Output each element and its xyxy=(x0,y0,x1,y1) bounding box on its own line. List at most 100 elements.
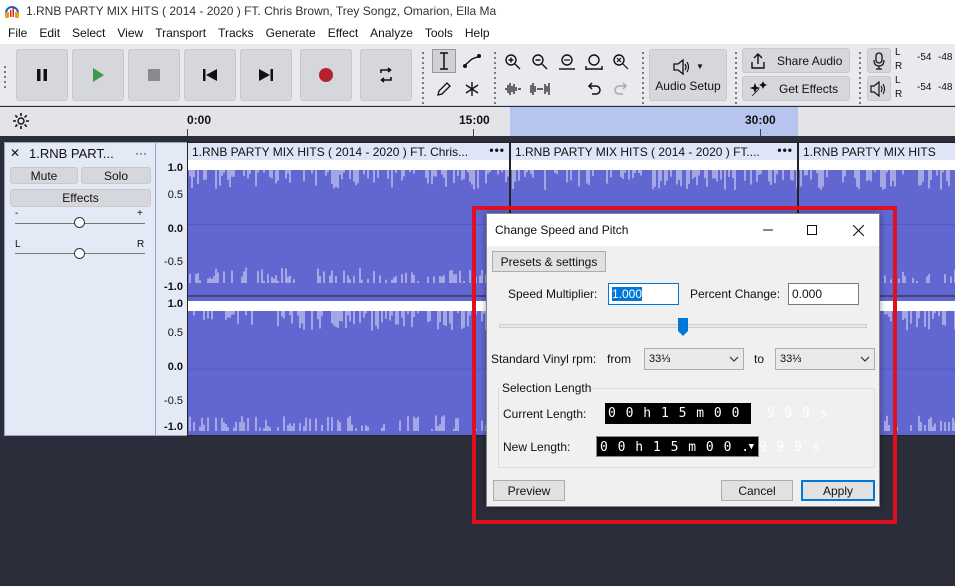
play-button[interactable] xyxy=(72,49,124,101)
menu-tools[interactable]: Tools xyxy=(419,22,459,44)
redo-button[interactable] xyxy=(609,77,633,101)
tools-toolbar-grip[interactable] xyxy=(420,52,426,104)
current-length-display: 0 0 h 1 5 m 0 0 . 9 9 9 s xyxy=(605,403,828,424)
menu-tracks[interactable]: Tracks xyxy=(212,22,260,44)
loop-button[interactable] xyxy=(360,49,412,101)
pause-button[interactable] xyxy=(16,49,68,101)
clip-title-bar[interactable]: 1.RNB PARTY MIX HITS ( 2014 - 2020 ) FT.… xyxy=(188,143,509,160)
audio-setup-toolbar-grip[interactable] xyxy=(640,52,646,104)
record-button[interactable] xyxy=(300,49,352,101)
edit-toolbar-grip[interactable] xyxy=(492,52,498,104)
pan-slider-thumb[interactable] xyxy=(74,248,85,259)
timeline-ruler[interactable]: 0:00 15:00 30:00 xyxy=(0,107,955,136)
fit-selection-button[interactable] xyxy=(555,50,579,74)
menu-select[interactable]: Select xyxy=(66,22,111,44)
mute-button[interactable]: Mute xyxy=(10,167,78,184)
gain-plus-label: + xyxy=(137,208,143,219)
menu-file[interactable]: File xyxy=(2,22,33,44)
gain-minus-label: - xyxy=(15,208,19,219)
clip-menu-dots[interactable]: ••• xyxy=(777,143,793,157)
change-speed-pitch-dialog: Change Speed and Pitch Presets & setting… xyxy=(486,213,880,507)
record-meter-channel-r: R xyxy=(895,61,903,72)
from-label: from xyxy=(607,352,631,366)
envelope-tool[interactable] xyxy=(460,49,484,73)
speed-slider-thumb[interactable] xyxy=(677,317,689,337)
track-menu-dots[interactable]: ··· xyxy=(135,146,147,160)
gain-slider-thumb[interactable] xyxy=(74,217,85,228)
get-effects-icon xyxy=(749,80,767,96)
zoom-toggle-button[interactable] xyxy=(609,50,633,74)
menu-generate[interactable]: Generate xyxy=(260,22,322,44)
multi-tool[interactable] xyxy=(460,77,484,101)
share-audio-button[interactable]: Share Audio xyxy=(742,48,850,73)
play-icon xyxy=(93,68,104,82)
timeline-tick-15: 15:00 xyxy=(459,113,490,127)
record-meter-scale-48: -48 xyxy=(938,52,953,63)
close-button[interactable] xyxy=(835,214,881,246)
menu-view[interactable]: View xyxy=(111,22,149,44)
new-length-input[interactable]: 0 0 h 1 5 m 0 0 . 9 9 9 s ▼ xyxy=(596,436,820,458)
window-title: 1.RNB PARTY MIX HITS ( 2014 - 2020 ) FT.… xyxy=(26,4,497,18)
share-toolbar-grip[interactable] xyxy=(733,52,739,104)
speed-multiplier-input[interactable]: 1.000 xyxy=(608,283,679,305)
dropdown-arrow-icon[interactable]: ▼ xyxy=(749,437,755,458)
menu-transport[interactable]: Transport xyxy=(149,22,212,44)
trim-audio-button[interactable] xyxy=(501,77,525,101)
audio-setup-label: Audio Setup xyxy=(655,78,721,93)
from-rpm-select[interactable]: 33⅓ xyxy=(644,348,744,370)
audio-setup-button[interactable]: ▼ Audio Setup xyxy=(649,49,727,101)
selection-tool[interactable] xyxy=(432,49,456,73)
meter-toolbar-grip[interactable] xyxy=(857,52,863,104)
playback-meter-button[interactable] xyxy=(867,76,891,101)
selection-length-label: Selection Length xyxy=(500,381,594,395)
clip-title-bar[interactable]: 1.RNB PARTY MIX HITS xyxy=(799,143,955,160)
undo-button[interactable] xyxy=(582,77,606,101)
preview-button[interactable]: Preview xyxy=(493,480,565,501)
maximize-button[interactable] xyxy=(789,214,835,246)
pan-right-label: R xyxy=(137,239,145,250)
menu-analyze[interactable]: Analyze xyxy=(364,22,419,44)
clip-title: 1.RNB PARTY MIX HITS xyxy=(803,144,936,159)
solo-button[interactable]: Solo xyxy=(81,167,151,184)
menu-help[interactable]: Help xyxy=(459,22,496,44)
clip-title-bar[interactable]: 1.RNB PARTY MIX HITS ( 2014 - 2020 ) FT.… xyxy=(511,143,797,160)
stop-button[interactable] xyxy=(128,49,180,101)
draw-tool[interactable] xyxy=(432,77,456,101)
playback-meter-channel-l: L xyxy=(895,75,901,86)
fit-project-button[interactable] xyxy=(582,50,606,74)
undo-icon xyxy=(587,82,601,95)
loop-icon xyxy=(380,67,392,83)
audio-clip[interactable]: 1.RNB PARTY MIX HITS ( 2014 - 2020 ) FT.… xyxy=(187,142,510,436)
asterisk-icon xyxy=(465,82,479,96)
track-effects-button[interactable]: Effects xyxy=(10,189,151,207)
minimize-button[interactable] xyxy=(745,214,791,246)
presets-settings-button[interactable]: Presets & settings xyxy=(492,251,606,272)
vruler-bottom-neg1: -1.0 xyxy=(164,421,183,433)
menu-edit[interactable]: Edit xyxy=(33,22,66,44)
to-rpm-select[interactable]: 33⅓ xyxy=(775,348,875,370)
menu-bar: File Edit Select View Transport Tracks G… xyxy=(0,22,955,44)
clip-menu-dots[interactable]: ••• xyxy=(489,143,505,157)
minimize-icon xyxy=(763,229,773,231)
percent-change-input[interactable]: 0.000 xyxy=(788,283,859,305)
timeline-settings-button[interactable] xyxy=(12,112,30,133)
skip-to-start-button[interactable] xyxy=(184,49,236,101)
record-meter-button[interactable] xyxy=(867,48,891,73)
pan-left-label: L xyxy=(15,239,21,250)
menu-effect[interactable]: Effect xyxy=(322,22,364,44)
audacity-logo-icon xyxy=(4,3,20,19)
dialog-title-bar[interactable]: Change Speed and Pitch xyxy=(487,214,879,246)
zoom-out-button[interactable] xyxy=(528,50,552,74)
skip-to-end-button[interactable] xyxy=(240,49,292,101)
track-close-button[interactable]: ✕ xyxy=(10,146,20,160)
skip-end-icon xyxy=(259,69,273,81)
apply-button[interactable]: Apply xyxy=(801,480,875,501)
cancel-button[interactable]: Cancel xyxy=(721,480,793,501)
silence-audio-button[interactable] xyxy=(528,77,552,101)
zoom-in-button[interactable] xyxy=(501,50,525,74)
track-name[interactable]: 1.RNB PART... xyxy=(29,146,114,161)
pause-icon xyxy=(37,69,47,81)
transport-toolbar-grip[interactable] xyxy=(2,66,8,88)
get-effects-button[interactable]: Get Effects xyxy=(742,76,850,101)
waveform-clip-band xyxy=(188,301,509,311)
